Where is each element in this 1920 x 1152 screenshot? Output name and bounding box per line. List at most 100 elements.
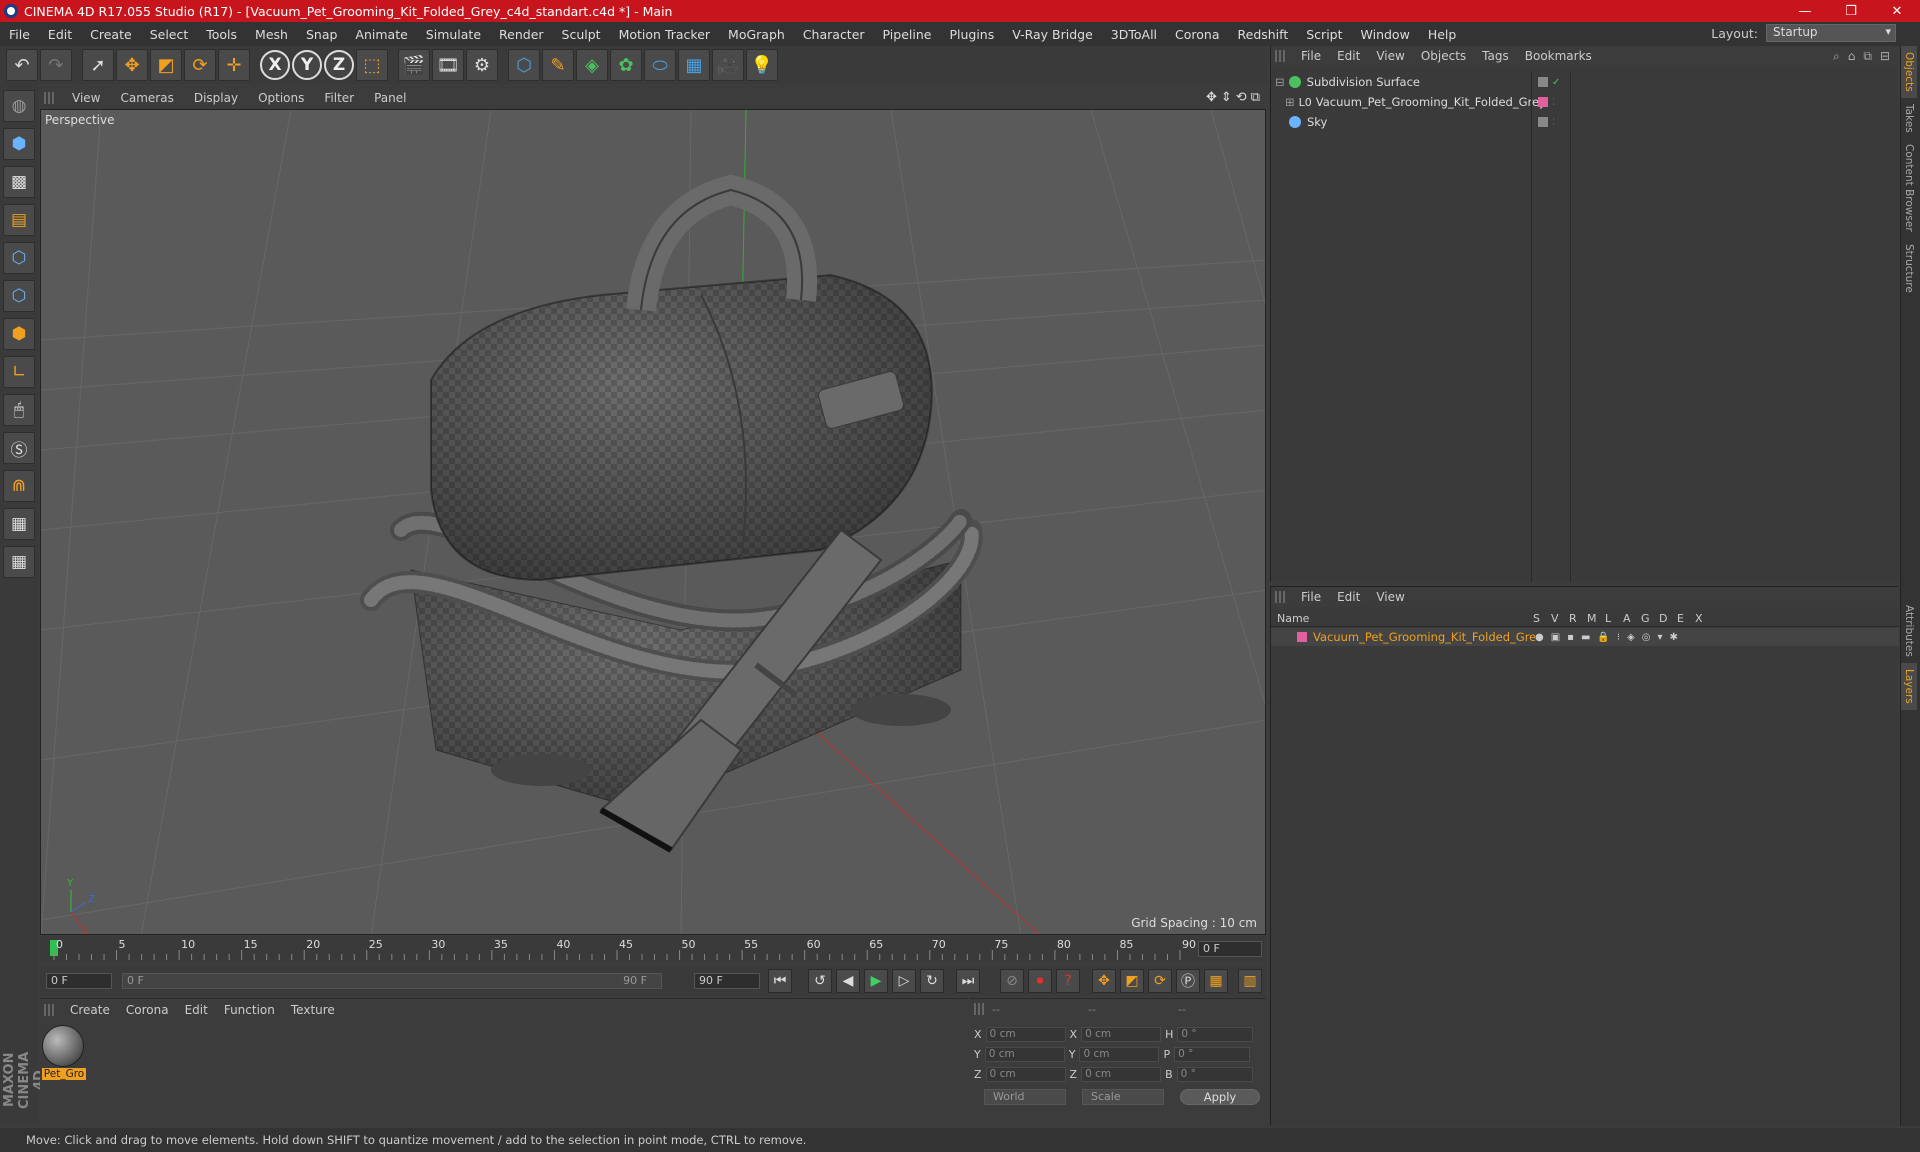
visibility-dots-icon[interactable]: ⁚ bbox=[1552, 97, 1555, 108]
home-icon[interactable]: ⌂ bbox=[1848, 49, 1856, 64]
layer-color-swatch[interactable] bbox=[1297, 632, 1307, 642]
viewport-menu-filter[interactable]: Filter bbox=[314, 91, 364, 105]
object-menu-edit[interactable]: Edit bbox=[1329, 49, 1368, 63]
menu-select[interactable]: Select bbox=[141, 27, 198, 42]
y-axis-lock-icon[interactable]: Y bbox=[292, 50, 322, 80]
spline-pen-icon[interactable]: ✎ bbox=[542, 49, 574, 81]
go-to-end-icon[interactable]: ⏭ bbox=[956, 969, 980, 993]
material-swatch[interactable]: Pet_Gro bbox=[42, 1025, 86, 1081]
object-row-subdivision-surface[interactable]: ⊟ Subdivision Surface bbox=[1271, 72, 1531, 92]
mograph-cloner-icon[interactable]: ✿ bbox=[610, 49, 642, 81]
object-menu-objects[interactable]: Objects bbox=[1413, 49, 1474, 63]
key-rotation-icon[interactable]: ⟳ bbox=[1148, 969, 1172, 993]
menu-plugins[interactable]: Plugins bbox=[940, 27, 1003, 42]
key-parameter-icon[interactable]: Ⓟ bbox=[1176, 969, 1200, 993]
timeline-window-icon[interactable]: ▥ bbox=[1238, 969, 1262, 993]
menu-mesh[interactable]: Mesh bbox=[246, 27, 297, 42]
layer-menu-edit[interactable]: Edit bbox=[1329, 590, 1368, 604]
layer-row[interactable]: Vacuum_Pet_Grooming_Kit_Folded_Grey ●▣▪▬… bbox=[1271, 628, 1899, 646]
object-grip-icon[interactable] bbox=[1275, 50, 1285, 62]
coordinate-mode-dropdown[interactable]: Scale bbox=[1082, 1089, 1164, 1105]
object-menu-bookmarks[interactable]: Bookmarks bbox=[1517, 49, 1600, 63]
tab-takes[interactable]: Takes bbox=[1901, 98, 1917, 139]
next-frame-icon[interactable]: ▷ bbox=[892, 969, 916, 993]
viewport-menu-display[interactable]: Display bbox=[184, 91, 248, 105]
size-z-field[interactable]: 0 cm bbox=[1081, 1067, 1162, 1082]
edges-mode-icon[interactable]: ⬡ bbox=[3, 280, 35, 312]
tab-objects[interactable]: Objects bbox=[1901, 46, 1917, 98]
menu-simulate[interactable]: Simulate bbox=[417, 27, 490, 42]
cube-primitive-icon[interactable]: ⬡ bbox=[508, 49, 540, 81]
object-menu-file[interactable]: File bbox=[1293, 49, 1329, 63]
deformer-icon[interactable]: ⬭ bbox=[644, 49, 676, 81]
record-keys-icon[interactable]: ⊘ bbox=[1000, 969, 1024, 993]
rotation-p-field[interactable]: 0 ° bbox=[1174, 1047, 1251, 1062]
recent-tools-icon[interactable]: ✛ bbox=[218, 49, 250, 81]
material-menu-create[interactable]: Create bbox=[62, 1003, 118, 1017]
menu-sculpt[interactable]: Sculpt bbox=[553, 27, 610, 42]
object-menu-view[interactable]: View bbox=[1368, 49, 1412, 63]
menu-vray-bridge[interactable]: V-Ray Bridge bbox=[1003, 27, 1102, 42]
edit-render-toggle-icon[interactable] bbox=[1538, 117, 1548, 127]
viewport-menu-cameras[interactable]: Cameras bbox=[110, 91, 183, 105]
layer-flag-icons[interactable]: ●▣▪▬🔒⁝◈◎▾✱ bbox=[1535, 632, 1685, 643]
menu-animate[interactable]: Animate bbox=[346, 27, 416, 42]
layer-menu-view[interactable]: View bbox=[1368, 590, 1412, 604]
tab-structure[interactable]: Structure bbox=[1901, 238, 1917, 299]
subdivision-surface-icon[interactable]: ◈ bbox=[576, 49, 608, 81]
coordinate-system-icon[interactable]: ⬚ bbox=[356, 49, 388, 81]
timeline-ruler[interactable]: 0 5 10 15 20 25 30 35 40 45 50 55 60 65 70 75 80 85 90 0 F bbox=[40, 936, 1266, 962]
menu-render[interactable]: Render bbox=[490, 27, 553, 42]
restore-button[interactable]: ❐ bbox=[1828, 4, 1874, 19]
collapse-icon[interactable]: ⊟ bbox=[1880, 49, 1890, 64]
axis-mode-icon[interactable]: ∟ bbox=[3, 356, 35, 388]
position-x-field[interactable]: 0 cm bbox=[985, 1027, 1066, 1042]
keyframe-selection-icon[interactable]: ? bbox=[1056, 969, 1080, 993]
edit-render-toggle-icon[interactable] bbox=[1538, 77, 1548, 87]
menu-pipeline[interactable]: Pipeline bbox=[874, 27, 941, 42]
menu-mograph[interactable]: MoGraph bbox=[719, 27, 794, 42]
layer-grip-icon[interactable] bbox=[1275, 591, 1285, 603]
material-menu-edit[interactable]: Edit bbox=[177, 1003, 216, 1017]
render-picture-viewer-icon[interactable]: 🎞 bbox=[432, 49, 464, 81]
go-to-start-icon[interactable]: ⏮ bbox=[768, 969, 792, 993]
key-pla-icon[interactable]: ▦ bbox=[1204, 969, 1228, 993]
tab-content-browser[interactable]: Content Browser bbox=[1901, 138, 1917, 238]
close-button[interactable]: ✕ bbox=[1874, 4, 1920, 19]
search-icon[interactable]: ⌕ bbox=[1833, 49, 1840, 64]
layer-color-icon[interactable] bbox=[1538, 97, 1548, 107]
texture-mode-icon[interactable]: ▩ bbox=[3, 166, 35, 198]
material-menu-function[interactable]: Function bbox=[216, 1003, 283, 1017]
rotation-h-field[interactable]: 0 ° bbox=[1177, 1027, 1254, 1042]
redo-icon[interactable]: ↷ bbox=[40, 49, 72, 81]
menu-character[interactable]: Character bbox=[794, 27, 874, 42]
collapse-toggle-icon[interactable]: ⊟ bbox=[1275, 75, 1285, 89]
rotate-view-icon[interactable]: ⟲ bbox=[1236, 90, 1247, 105]
zoom-view-icon[interactable]: ⇕ bbox=[1221, 90, 1232, 105]
menu-redshift[interactable]: Redshift bbox=[1229, 27, 1298, 42]
menu-corona[interactable]: Corona bbox=[1166, 27, 1228, 42]
maximize-view-icon[interactable]: ⧉ bbox=[1251, 90, 1260, 105]
object-row-vacuum[interactable]: ⊞ L0 Vacuum_Pet_Grooming_Kit_Folded_Grey bbox=[1271, 92, 1546, 112]
auto-keying-icon[interactable]: ⏺ bbox=[1028, 969, 1052, 993]
points-mode-icon[interactable]: ⬡ bbox=[3, 242, 35, 274]
position-z-field[interactable]: 0 cm bbox=[985, 1067, 1066, 1082]
model-mode-icon[interactable]: ⬢ bbox=[3, 128, 35, 160]
menu-window[interactable]: Window bbox=[1352, 27, 1419, 42]
solo-mode-icon[interactable]: Ⓢ bbox=[3, 432, 35, 464]
menu-tools[interactable]: Tools bbox=[197, 27, 246, 42]
previous-frame-icon[interactable]: ◀ bbox=[836, 969, 860, 993]
material-menu-texture[interactable]: Texture bbox=[283, 1003, 343, 1017]
key-scale-icon[interactable]: ◩ bbox=[1120, 969, 1144, 993]
menu-snap[interactable]: Snap bbox=[297, 27, 346, 42]
object-row-sky[interactable]: Sky bbox=[1271, 112, 1531, 132]
viewport-menu-panel[interactable]: Panel bbox=[364, 91, 416, 105]
menu-file[interactable]: File bbox=[0, 27, 39, 42]
z-axis-lock-icon[interactable]: Z bbox=[324, 50, 354, 80]
object-menu-tags[interactable]: Tags bbox=[1474, 49, 1517, 63]
menu-help[interactable]: Help bbox=[1419, 27, 1466, 42]
move-tool-icon[interactable]: ✥ bbox=[116, 49, 148, 81]
camera-icon[interactable]: 🎥 bbox=[712, 49, 744, 81]
tab-layers[interactable]: Layers bbox=[1901, 662, 1917, 710]
layout-dropdown[interactable]: Startup bbox=[1766, 24, 1896, 42]
